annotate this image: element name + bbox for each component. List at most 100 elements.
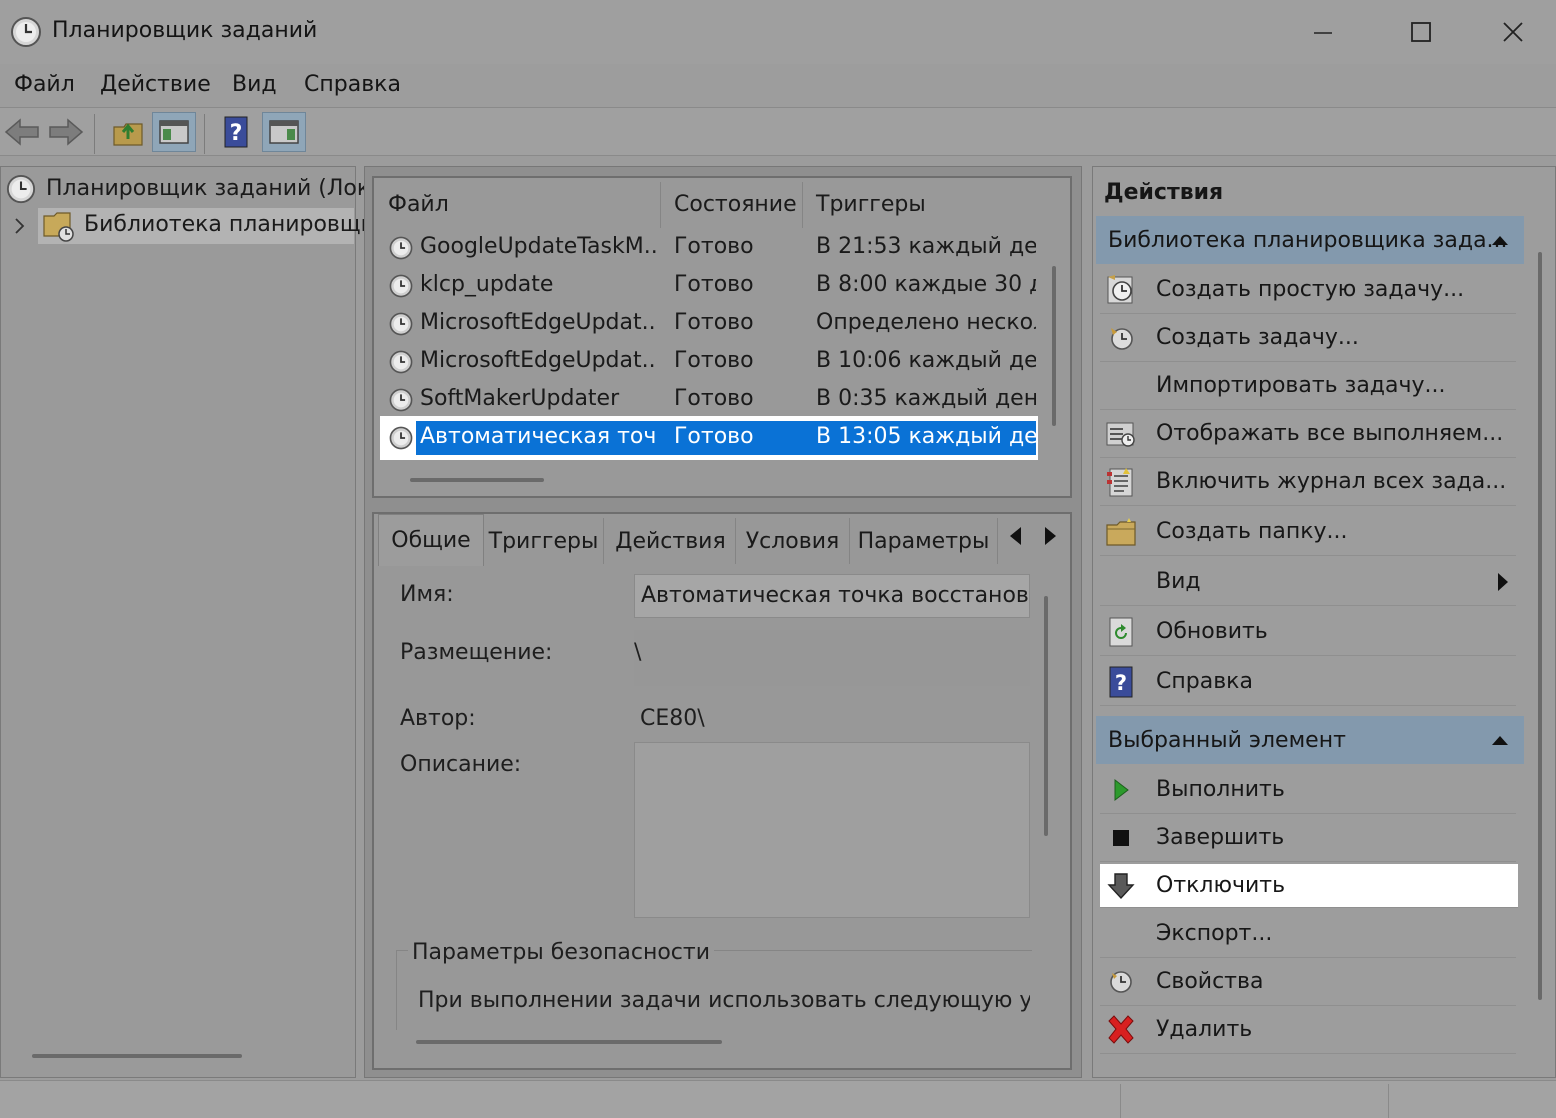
action-label: Справка xyxy=(1156,669,1253,694)
action-label: Отображать все выполняем... xyxy=(1156,421,1504,446)
status-separator xyxy=(1388,1084,1389,1118)
collapse-up-icon[interactable] xyxy=(1490,733,1510,747)
submenu-arrow-icon xyxy=(1498,572,1508,591)
blank-icon xyxy=(1104,369,1138,403)
task-trigger-cell: В 13:05 каждый день xyxy=(816,424,1036,449)
close-icon xyxy=(1503,22,1523,42)
forward-button[interactable] xyxy=(44,112,88,152)
task-trigger-cell: В 21:53 каждый день xyxy=(816,234,1036,259)
tab-general[interactable]: Общие xyxy=(378,514,484,566)
clock-icon xyxy=(6,174,36,204)
action-run[interactable]: Выполнить xyxy=(1100,766,1516,814)
task-library-folder-icon xyxy=(43,212,74,242)
chevron-right-icon[interactable] xyxy=(12,216,28,236)
action-label: Экспорт... xyxy=(1156,921,1273,946)
action-refresh[interactable]: Обновить xyxy=(1100,608,1516,656)
clock-icon xyxy=(11,17,41,47)
create-task-icon xyxy=(1104,321,1138,355)
action-view[interactable]: Вид xyxy=(1100,558,1516,606)
action-enable-history[interactable]: Включить журнал всех зада... xyxy=(1100,458,1516,506)
task-clock-icon xyxy=(388,311,414,337)
tab-settings[interactable]: Параметры xyxy=(850,518,998,564)
console-tree xyxy=(0,166,356,1078)
tab-triggers[interactable]: Триггеры xyxy=(484,518,604,564)
menu-file[interactable]: Файл xyxy=(14,72,75,97)
create-basic-task-icon xyxy=(1104,273,1138,307)
action-end[interactable]: Завершить xyxy=(1100,814,1516,862)
collapse-up-icon[interactable] xyxy=(1490,233,1510,247)
action-label: Завершить xyxy=(1156,825,1285,850)
tab-scroll-left-button[interactable] xyxy=(998,518,1032,554)
action-label: Вид xyxy=(1156,569,1201,594)
name-field[interactable]: Автоматическая точка восстановлен xyxy=(634,574,1030,618)
location-field xyxy=(634,630,1030,686)
menu-help[interactable]: Справка xyxy=(304,72,401,97)
blank-icon xyxy=(1104,565,1138,599)
running-tasks-icon xyxy=(1104,417,1138,451)
vertical-scrollbar[interactable] xyxy=(1044,596,1048,836)
section-library-title: Библиотека планировщика зада... xyxy=(1108,227,1508,253)
minimize-button[interactable] xyxy=(1300,10,1346,54)
action-disable[interactable]: Отключить xyxy=(1100,864,1518,908)
section-selected-title: Выбранный элемент xyxy=(1108,727,1346,753)
tab-conditions[interactable]: Условия xyxy=(736,518,850,564)
svg-text:?: ? xyxy=(230,121,243,146)
action-help[interactable]: ? Справка xyxy=(1100,658,1516,706)
properties-icon xyxy=(1104,965,1138,999)
action-label: Свойства xyxy=(1156,969,1264,994)
help-button[interactable]: ? xyxy=(214,112,258,152)
tab-actions[interactable]: Действия xyxy=(606,518,736,564)
action-properties[interactable]: Свойства xyxy=(1100,958,1516,1006)
task-status-cell: Готово xyxy=(674,272,754,297)
section-library-header[interactable]: Библиотека планировщика зада... xyxy=(1096,216,1524,264)
vertical-scrollbar[interactable] xyxy=(1538,252,1542,1000)
section-selected-header[interactable]: Выбранный элемент xyxy=(1096,716,1524,764)
up-folder-button[interactable] xyxy=(106,112,150,152)
action-label: Удалить xyxy=(1156,1017,1253,1042)
back-button[interactable] xyxy=(0,112,44,152)
forward-arrow-icon xyxy=(49,118,84,146)
action-export[interactable]: Экспорт... xyxy=(1100,910,1516,958)
action-label: Выполнить xyxy=(1156,777,1285,802)
column-header-triggers[interactable]: Триггеры xyxy=(816,192,926,217)
task-clock-icon xyxy=(388,425,414,451)
tab-scroll-right-button[interactable] xyxy=(1034,518,1068,554)
disable-icon xyxy=(1104,869,1138,903)
task-clock-icon xyxy=(388,273,414,299)
show-hide-action-pane-button[interactable] xyxy=(262,112,306,152)
horizontal-scrollbar[interactable] xyxy=(416,1040,722,1044)
tree-item-library[interactable]: Библиотека планировщи xyxy=(84,212,375,246)
horizontal-scrollbar[interactable] xyxy=(32,1054,242,1058)
task-status-cell: Готово xyxy=(674,424,754,449)
security-options-text: При выполнении задачи использовать следу… xyxy=(418,988,1030,1013)
maximize-button[interactable] xyxy=(1398,10,1444,54)
horizontal-scrollbar[interactable] xyxy=(410,478,544,482)
up-folder-icon xyxy=(113,123,143,146)
tree-root-item[interactable]: Планировщик заданий (Лока xyxy=(46,176,384,210)
action-create-basic-task[interactable]: Создать простую задачу... xyxy=(1100,266,1516,314)
task-status-cell: Готово xyxy=(674,386,754,411)
task-trigger-cell: В 0:35 каждый день - xyxy=(816,386,1036,411)
column-header-status[interactable]: Состояние xyxy=(674,192,797,217)
menu-action[interactable]: Действие xyxy=(100,72,211,97)
column-header-file[interactable]: Файл xyxy=(388,192,449,217)
description-field[interactable] xyxy=(634,742,1030,918)
task-name-cell: MicrosoftEdgeUpdat... xyxy=(420,310,656,335)
action-label: Создать задачу... xyxy=(1156,325,1359,350)
author-value: CE80\ xyxy=(640,706,705,731)
action-new-folder[interactable]: Создать папку... xyxy=(1100,508,1516,556)
action-create-task[interactable]: Создать задачу... xyxy=(1100,314,1516,362)
menu-view[interactable]: Вид xyxy=(232,72,277,97)
task-clock-icon xyxy=(388,235,414,261)
action-import-task[interactable]: Импортировать задачу... xyxy=(1100,362,1516,410)
column-separator[interactable] xyxy=(802,182,803,228)
action-display-running-tasks[interactable]: Отображать все выполняем... xyxy=(1100,410,1516,458)
column-separator[interactable] xyxy=(660,182,661,228)
show-hide-tree-button[interactable] xyxy=(152,112,196,152)
action-delete[interactable]: Удалить xyxy=(1100,1006,1516,1054)
refresh-icon xyxy=(1104,615,1138,649)
close-button[interactable] xyxy=(1490,10,1536,54)
task-clock-icon xyxy=(388,349,414,375)
svg-text:?: ? xyxy=(1115,671,1127,695)
vertical-scrollbar[interactable] xyxy=(1052,266,1056,426)
